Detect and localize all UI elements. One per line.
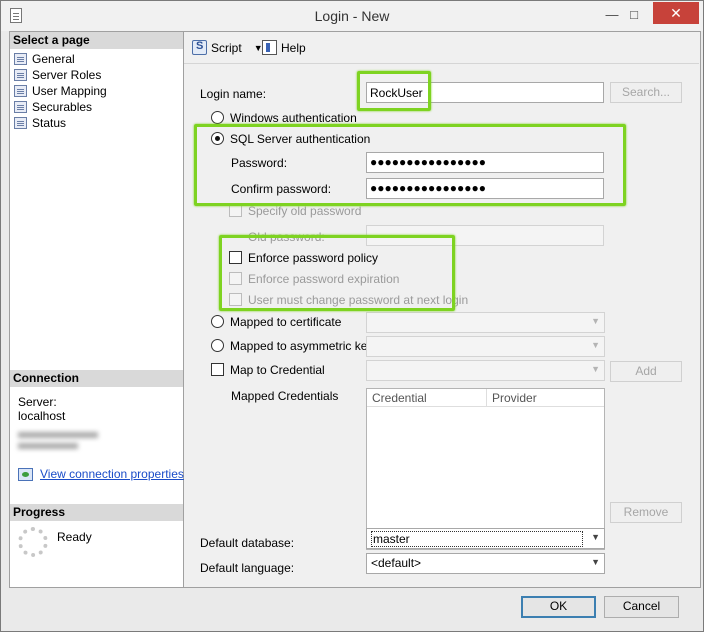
title-bar: Login - New — □ ✕ <box>1 1 703 31</box>
select-page-header: Select a page <box>10 32 183 49</box>
toolbar: Script ▼ Help <box>184 32 699 64</box>
page-item-label: User Mapping <box>32 84 107 98</box>
default-language-label: Default language: <box>200 561 295 575</box>
mapped-asym-key-label: Mapped to asymmetric key <box>230 339 374 353</box>
help-icon <box>262 40 277 55</box>
window-title: Login - New <box>314 8 390 24</box>
login-name-input[interactable]: RockUser <box>366 82 604 103</box>
chevron-down-icon: ▼ <box>591 316 600 326</box>
cancel-button[interactable]: Cancel <box>604 596 679 618</box>
confirm-password-field[interactable]: ●●●●●●●●●●●●●●●● <box>366 178 604 199</box>
certificate-select[interactable]: ▼ <box>366 312 605 333</box>
ok-button[interactable]: OK <box>521 596 596 618</box>
login-new-dialog: Login - New — □ ✕ Select a page General … <box>0 0 704 632</box>
default-database-label: Default database: <box>200 536 295 550</box>
default-language-value: <default> <box>371 556 422 570</box>
password-field[interactable]: ●●●●●●●●●●●●●●●● <box>366 152 604 173</box>
enforce-expiration-checkbox[interactable] <box>229 272 242 285</box>
chevron-down-icon: ▼ <box>591 364 600 374</box>
default-database-value: master <box>371 531 583 547</box>
page-list: General Server Roles User Mapping Secura… <box>10 51 183 131</box>
remove-credential-button[interactable]: Remove <box>610 502 682 523</box>
must-change-checkbox[interactable] <box>229 293 242 306</box>
map-credential-label: Map to Credential <box>230 363 325 377</box>
general-page: Script ▼ Help Login name: RockUser Searc… <box>184 31 701 588</box>
add-credential-button[interactable]: Add <box>610 361 682 382</box>
page-item-general[interactable]: General <box>10 51 183 67</box>
help-label: Help <box>281 40 306 55</box>
page-item-status[interactable]: Status <box>10 115 183 131</box>
progress-spinner-icon <box>18 527 48 557</box>
must-change-label: User must change password at next login <box>248 293 469 307</box>
chevron-down-icon: ▼ <box>591 340 600 350</box>
page-icon <box>14 101 27 113</box>
mapped-asym-key-radio[interactable] <box>211 339 224 352</box>
progress-status: Ready <box>57 530 92 544</box>
windows-auth-radio[interactable] <box>211 111 224 124</box>
page-icon <box>14 117 27 129</box>
old-password-label: Old password: <box>248 230 325 244</box>
provider-column-header[interactable]: Provider <box>487 389 604 407</box>
page-item-label: Server Roles <box>32 68 102 82</box>
default-language-select[interactable]: <default> ▼ <box>366 553 605 574</box>
mapped-certificate-radio[interactable] <box>211 315 224 328</box>
page-item-user-mapping[interactable]: User Mapping <box>10 83 183 99</box>
server-value: localhost <box>18 409 66 423</box>
page-icon <box>14 85 27 97</box>
mapped-credentials-label: Mapped Credentials <box>231 389 339 403</box>
enforce-policy-checkbox[interactable] <box>229 251 242 264</box>
page-item-securables[interactable]: Securables <box>10 99 183 115</box>
script-button[interactable]: Script ▼ <box>192 40 263 55</box>
enforce-policy-label: Enforce password policy <box>248 251 379 265</box>
view-connection-properties-link[interactable]: View connection properties <box>40 467 184 481</box>
server-label: Server: <box>18 395 57 409</box>
page-item-label: Status <box>32 116 67 130</box>
map-credential-checkbox[interactable] <box>211 363 224 376</box>
blurred-connection-info <box>18 432 98 458</box>
maximize-icon[interactable]: □ <box>623 5 645 25</box>
page-item-label: General <box>32 52 75 66</box>
page-icon <box>14 53 27 65</box>
sql-auth-label: SQL Server authentication <box>230 132 371 146</box>
sql-auth-radio[interactable] <box>211 132 224 145</box>
specify-old-password-checkbox[interactable] <box>229 204 242 217</box>
credential-column-header[interactable]: Credential <box>367 389 487 407</box>
script-icon <box>192 40 207 55</box>
connection-properties-icon <box>18 468 33 481</box>
mapped-certificate-label: Mapped to certificate <box>230 315 342 329</box>
old-password-field[interactable] <box>366 225 604 246</box>
chevron-down-icon: ▼ <box>591 532 600 542</box>
search-button[interactable]: Search... <box>610 82 682 103</box>
default-database-select[interactable]: master ▼ <box>366 528 605 549</box>
credential-select[interactable]: ▼ <box>366 360 605 381</box>
dialog-footer: OK Cancel <box>1 589 703 631</box>
script-label: Script <box>211 40 242 55</box>
close-icon[interactable]: ✕ <box>653 2 699 24</box>
specify-old-password-label: Specify old password <box>248 204 362 218</box>
help-button[interactable]: Help <box>262 40 306 55</box>
page-icon <box>14 69 27 81</box>
minimize-icon[interactable]: — <box>601 5 623 25</box>
chevron-down-icon: ▼ <box>591 557 600 567</box>
confirm-password-label: Confirm password: <box>231 182 332 196</box>
asym-key-select[interactable]: ▼ <box>366 336 605 357</box>
login-name-label: Login name: <box>200 87 267 101</box>
page-item-server-roles[interactable]: Server Roles <box>10 67 183 83</box>
progress-header: Progress <box>10 504 183 521</box>
mapped-credentials-grid[interactable]: Credential Provider <box>366 388 605 550</box>
connection-header: Connection <box>10 370 183 387</box>
windows-auth-label: Windows authentication <box>230 111 357 125</box>
left-pane: Select a page General Server Roles User … <box>9 31 184 588</box>
enforce-expiration-label: Enforce password expiration <box>248 272 400 286</box>
password-label: Password: <box>231 156 288 170</box>
page-item-label: Securables <box>32 100 93 114</box>
